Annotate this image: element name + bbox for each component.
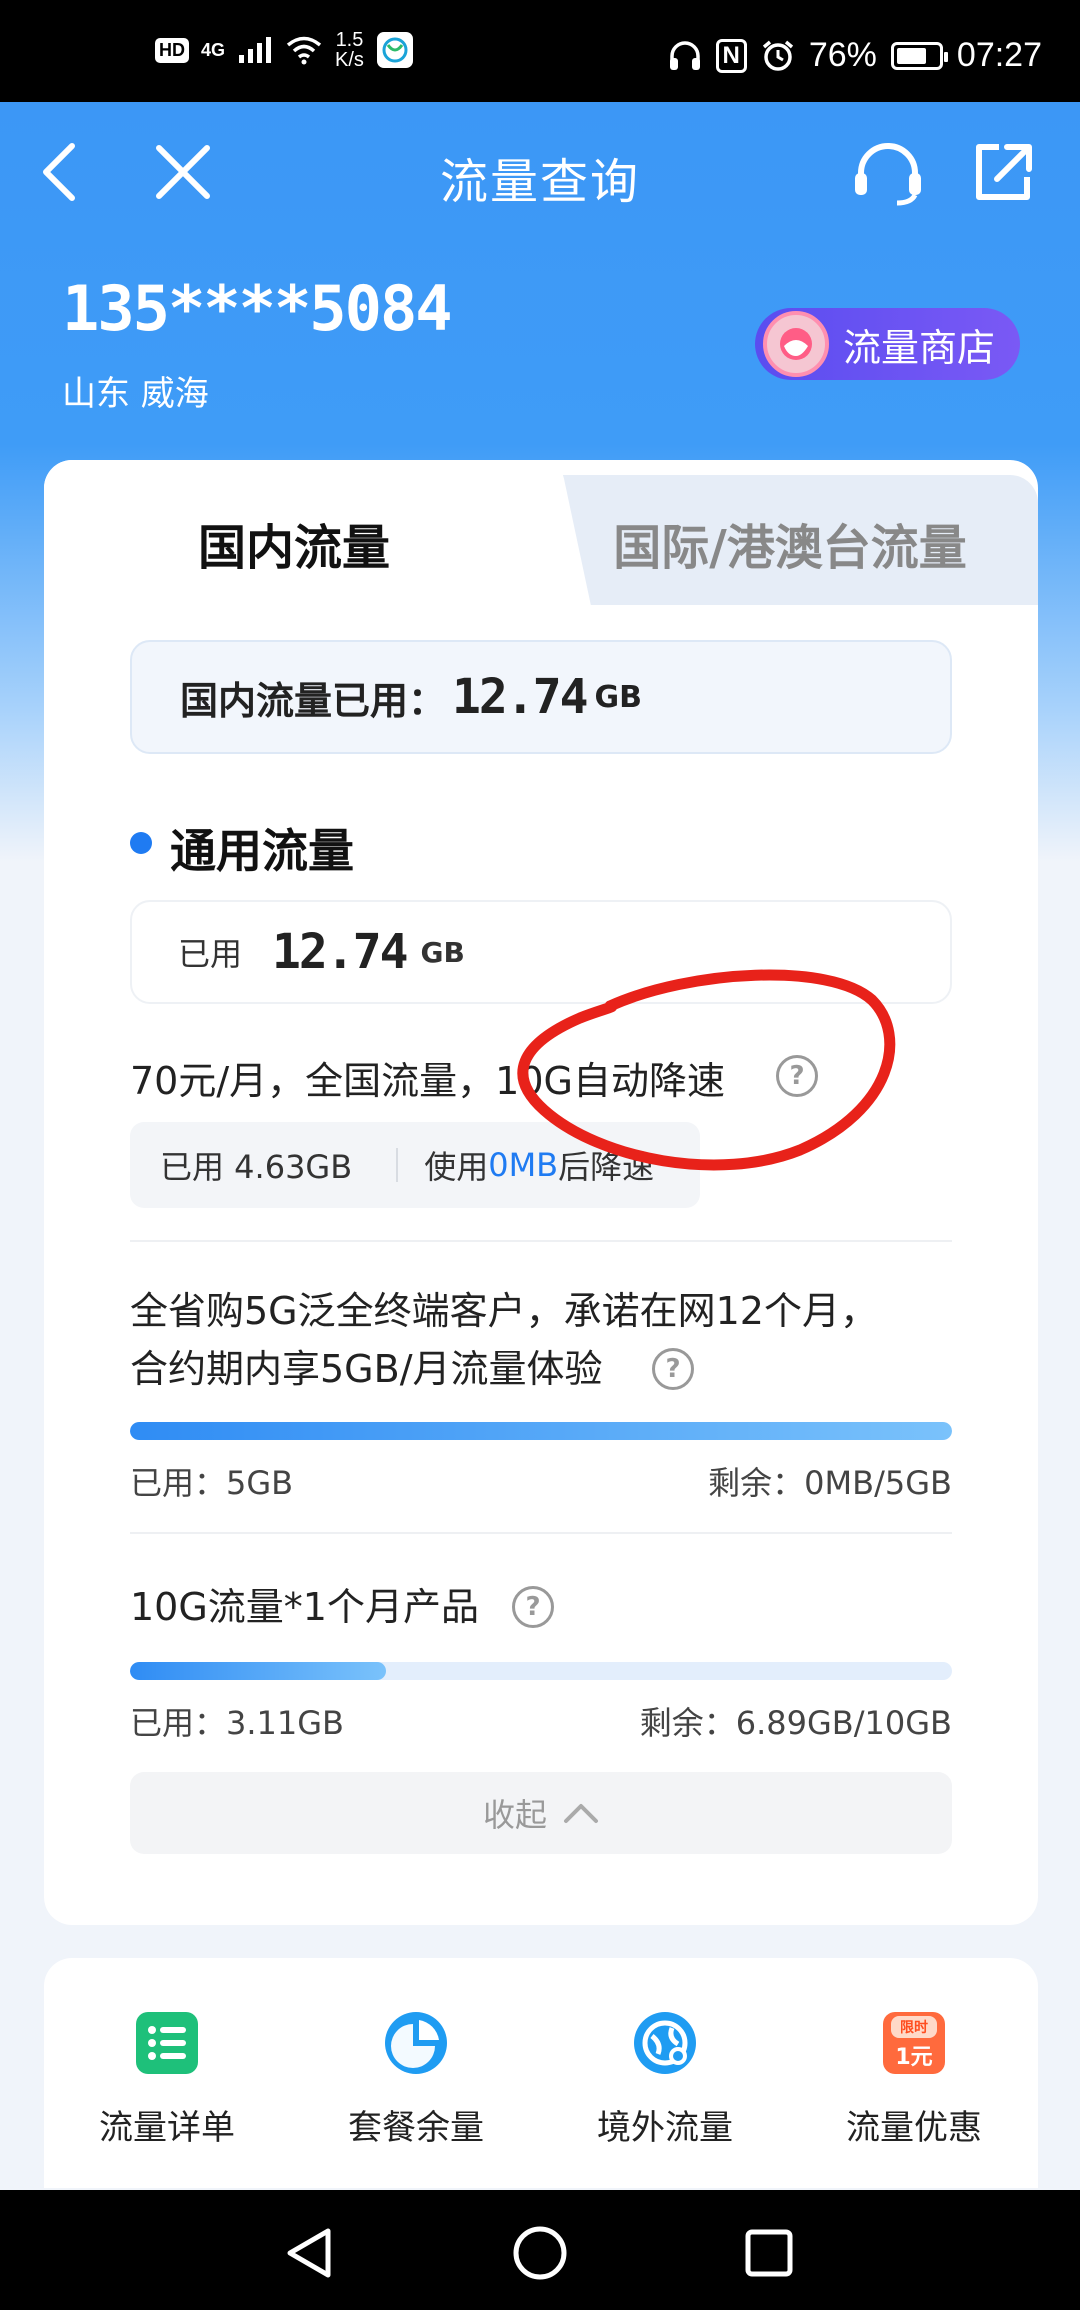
shop-icon	[763, 311, 829, 377]
shortcut-label: 套餐余量	[348, 2108, 484, 2148]
battery-percent: 76%	[808, 36, 877, 74]
offer-badge-top: 限时	[900, 2019, 928, 2036]
nav-home-button[interactable]	[505, 2218, 575, 2288]
chip-divider	[396, 1148, 399, 1182]
package-2-help-icon[interactable]: ?	[512, 1586, 554, 1628]
shortcut-overseas-traffic[interactable]: 境外流量	[565, 2010, 765, 2149]
headphones-icon	[669, 40, 700, 70]
package-2-title: 10G流量*1个月产品	[130, 1585, 479, 1629]
speed-value: 1.5	[335, 29, 364, 51]
customer-service-button[interactable]	[848, 134, 928, 214]
package-1-used: 已用：5GB	[130, 1464, 294, 1502]
status-bar: HD 4G 1.5 K/s N 76% 07:27	[0, 0, 1080, 102]
clock: 07:27	[956, 36, 1042, 74]
throttle-suffix: 后降速	[558, 1148, 655, 1186]
shortcut-traffic-detail[interactable]: 流量详单	[67, 2010, 267, 2149]
package-2-progress	[130, 1662, 952, 1680]
throttle-value: 0MB	[488, 1146, 559, 1184]
carrier-app-icon	[376, 32, 413, 68]
package-1-remaining: 剩余：0MB/5GB	[708, 1464, 952, 1502]
list-icon	[136, 2012, 198, 2074]
share-icon	[976, 144, 1032, 200]
total-label: 国内流量已用：	[180, 678, 447, 723]
plan-help-icon[interactable]: ?	[776, 1055, 818, 1097]
used-unit: GB	[420, 935, 465, 969]
package-2-used: 已用：3.11GB	[130, 1704, 345, 1742]
shortcut-label: 境外流量	[597, 2108, 733, 2148]
plan-title: 70元/月，全国流量，10G自动降速	[130, 1059, 725, 1103]
nfc-icon: N	[715, 38, 747, 73]
traffic-shop-button[interactable]: 流量商店	[755, 308, 1020, 380]
used-value: 12.74	[272, 924, 408, 980]
hd-badge: HD	[155, 37, 189, 63]
triangle-back-icon	[287, 2228, 331, 2278]
limited-offer-icon: 限时 1元	[883, 2012, 945, 2074]
headset-icon	[855, 143, 921, 206]
plan-usage-chip: 已用 4.63GB 使用 0MB 后降速	[130, 1122, 700, 1208]
speed-unit: K/s	[335, 49, 364, 71]
pie-chart-icon	[385, 2012, 447, 2074]
section-title: 通用流量	[170, 824, 354, 878]
package-1-progress-fill	[130, 1422, 952, 1440]
divider	[130, 1532, 952, 1534]
tab-domestic[interactable]: 国内流量	[44, 508, 544, 578]
domestic-total-box: 国内流量已用： 12.74 GB	[130, 640, 952, 754]
collapse-label: 收起	[482, 1796, 547, 1834]
network-label: 4G	[201, 39, 226, 60]
status-left: HD 4G 1.5 K/s	[155, 30, 414, 70]
nav-back-button[interactable]	[274, 2218, 344, 2288]
total-unit: GB	[594, 679, 643, 715]
globe-plane-icon	[634, 2012, 696, 2074]
shortcut-plan-balance[interactable]: 套餐余量	[316, 2010, 516, 2149]
section-dot	[130, 832, 152, 854]
tab-international[interactable]: 国际/港澳台流量	[570, 508, 1010, 578]
chevron-up-icon	[564, 1804, 598, 1823]
alarm-icon	[762, 40, 793, 71]
shortcut-label: 流量详单	[99, 2108, 235, 2148]
net-speed: 1.5 K/s	[335, 30, 364, 70]
package-2-remaining: 剩余：6.89GB/10GB	[639, 1704, 952, 1742]
system-nav-bar	[0, 2190, 1080, 2310]
package-2-progress-fill	[130, 1662, 386, 1680]
wifi-icon	[286, 36, 322, 65]
battery-icon	[890, 41, 948, 70]
collapse-button[interactable]: 收起	[130, 1772, 952, 1854]
region-label: 山东 威海	[62, 374, 209, 414]
share-button[interactable]	[962, 132, 1042, 212]
divider	[130, 1240, 952, 1242]
shortcut-traffic-offers[interactable]: 限时 1元 流量优惠	[814, 2010, 1014, 2149]
status-right: N 76% 07:27	[668, 36, 1042, 75]
general-used-box: 已用 12.74 GB	[130, 900, 952, 1004]
plan-used: 已用 4.63GB	[160, 1148, 353, 1186]
throttle-prefix: 使用	[424, 1148, 489, 1186]
shortcut-label: 流量优惠	[846, 2108, 982, 2148]
package-1-title-line2: 合约期内享5GB/月流量体验	[130, 1347, 603, 1391]
used-label: 已用	[178, 935, 243, 973]
package-1-title-line1: 全省购5G泛全终端客户，承诺在网12个月，	[130, 1289, 878, 1333]
total-value: 12.74	[452, 669, 588, 725]
circle-home-icon	[513, 2226, 567, 2280]
square-recents-icon	[745, 2229, 793, 2277]
signal-icon	[239, 37, 272, 63]
shop-label: 流量商店	[843, 325, 996, 370]
phone-number: 135****5084	[62, 272, 453, 345]
offer-badge-bottom: 1元	[895, 2045, 932, 2070]
nav-recents-button[interactable]	[734, 2218, 804, 2288]
package-1-progress	[130, 1422, 952, 1440]
package-1-title: 全省购5G泛全终端客户，承诺在网12个月， 合约期内享5GB/月流量体验	[130, 1282, 878, 1398]
package-1-help-icon[interactable]: ?	[652, 1348, 694, 1390]
battery-level	[896, 47, 926, 64]
